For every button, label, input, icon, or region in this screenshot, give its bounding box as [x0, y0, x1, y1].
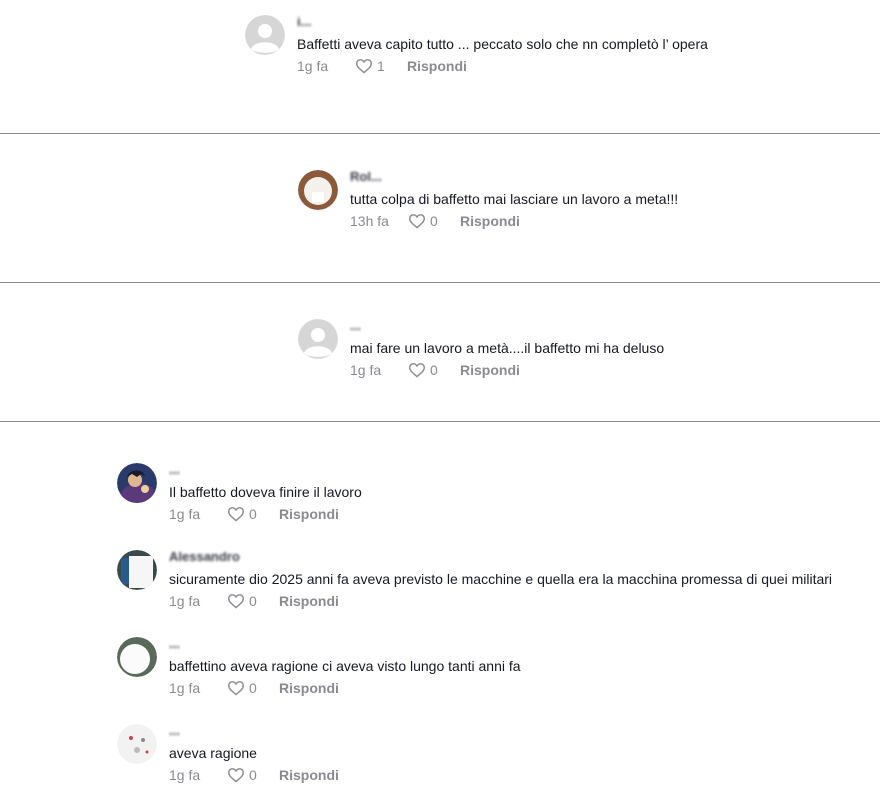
comment-meta: 1g fa 0 Rispondi	[169, 766, 339, 784]
like-count: 1	[377, 58, 385, 74]
comment-timestamp: 13h fa	[350, 213, 389, 229]
user-avatar[interactable]	[117, 637, 157, 677]
heart-icon	[408, 214, 426, 229]
comment-item: ... aveva ragione 1g fa 0 Rispondi	[117, 724, 857, 790]
like-count: 0	[249, 680, 257, 696]
like-count: 0	[430, 213, 438, 229]
like-count: 0	[249, 506, 257, 522]
heart-icon	[227, 594, 245, 609]
comment-item: ... baffettino aveva ragione ci aveva vi…	[117, 637, 857, 703]
comment-item: Alessandro sicuramente dio 2025 anni fa …	[117, 550, 872, 616]
reply-button[interactable]: Rispondi	[279, 767, 339, 783]
comment-text: baffettino aveva ragione ci aveva visto …	[169, 658, 521, 674]
like-button[interactable]: 0	[408, 362, 460, 378]
section-divider	[0, 133, 880, 134]
reply-button[interactable]: Rispondi	[460, 362, 520, 378]
like-button[interactable]: 0	[227, 680, 279, 696]
comment-username[interactable]: Rol...	[350, 172, 382, 182]
heart-icon	[355, 59, 373, 74]
comment-timestamp: 1g fa	[169, 593, 201, 609]
heart-icon	[408, 363, 426, 378]
reply-button[interactable]: Rispondi	[279, 506, 339, 522]
comment-timestamp: 1g fa	[169, 680, 201, 696]
comment-timestamp: 1g fa	[169, 506, 201, 522]
comment-meta: 1g fa 0 Rispondi	[169, 505, 339, 523]
comment-username[interactable]: Alessandro	[169, 552, 240, 562]
comment-item: ... mai fare un lavoro a metà....il baff…	[298, 319, 778, 385]
like-count: 0	[430, 362, 438, 378]
like-count: 0	[249, 767, 257, 783]
comment-meta: 13h fa 0 Rispondi	[350, 212, 520, 230]
comment-username[interactable]: ...	[169, 726, 180, 736]
comment-username[interactable]: i...	[297, 17, 311, 27]
comment-meta: 1g fa 0 Rispondi	[350, 361, 520, 379]
like-count: 0	[249, 593, 257, 609]
comment-timestamp: 1g fa	[297, 58, 329, 74]
comment-text: Il baffetto doveva finire il lavoro	[169, 484, 362, 500]
comment-meta: 1g fa 1 Rispondi	[297, 57, 467, 75]
user-avatar[interactable]	[117, 724, 157, 764]
comment-item: ... Il baffetto doveva finire il lavoro …	[117, 463, 857, 529]
comment-text: mai fare un lavoro a metà....il baffetto…	[350, 340, 665, 356]
default-avatar[interactable]	[245, 15, 285, 55]
section-divider	[0, 421, 880, 422]
comment-meta: 1g fa 0 Rispondi	[169, 679, 339, 697]
reply-button[interactable]: Rispondi	[279, 593, 339, 609]
user-avatar[interactable]	[298, 170, 338, 210]
reply-button[interactable]: Rispondi	[460, 213, 520, 229]
comment-username[interactable]: ...	[169, 465, 180, 475]
default-avatar[interactable]	[298, 319, 338, 359]
comment-text: tutta colpa di baffetto mai lasciare un …	[350, 191, 679, 207]
comment-item: i... Baffetti aveva capito tutto ... pec…	[245, 15, 765, 81]
comment-username[interactable]: ...	[169, 639, 180, 649]
like-button[interactable]: 0	[408, 213, 460, 229]
user-avatar[interactable]	[117, 550, 157, 590]
section-divider	[0, 282, 880, 283]
comment-meta: 1g fa 0 Rispondi	[169, 592, 339, 610]
comment-text: Baffetti aveva capito tutto ... peccato …	[297, 36, 708, 52]
like-button[interactable]: 0	[227, 767, 279, 783]
comment-text: aveva ragione	[169, 745, 257, 761]
comment-timestamp: 1g fa	[169, 767, 201, 783]
like-button[interactable]: 1	[355, 58, 407, 74]
reply-button[interactable]: Rispondi	[407, 58, 467, 74]
comment-text: sicuramente dio 2025 anni fa aveva previ…	[169, 571, 833, 587]
user-avatar[interactable]	[117, 463, 157, 503]
comment-username[interactable]: ...	[350, 321, 361, 331]
heart-icon	[227, 768, 245, 783]
like-button[interactable]: 0	[227, 593, 279, 609]
reply-button[interactable]: Rispondi	[279, 680, 339, 696]
heart-icon	[227, 681, 245, 696]
comment-timestamp: 1g fa	[350, 362, 382, 378]
comment-item: Rol... tutta colpa di baffetto mai lasci…	[298, 170, 778, 236]
heart-icon	[227, 507, 245, 522]
like-button[interactable]: 0	[227, 506, 279, 522]
